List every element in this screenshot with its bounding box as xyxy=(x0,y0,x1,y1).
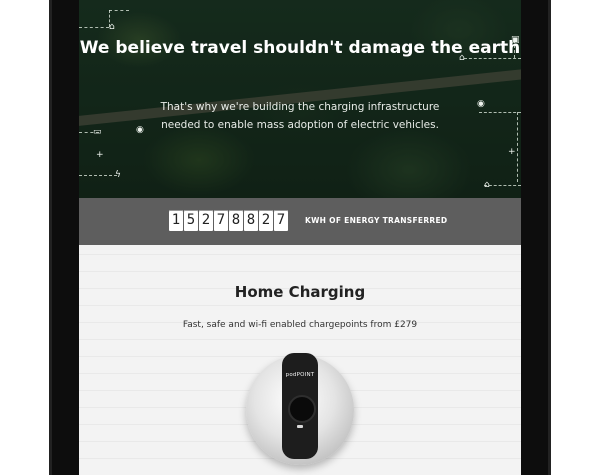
home-marker-icon: ⌂ xyxy=(109,22,115,32)
route-line xyxy=(109,10,129,11)
device-edge-right xyxy=(548,0,551,475)
pin-marker-icon: ◉ xyxy=(477,99,485,109)
counter-digit: 7 xyxy=(214,210,228,231)
pin-marker-icon: ◉ xyxy=(136,125,144,135)
chargepoint-socket-icon xyxy=(288,395,316,423)
home-charging-subtitle: Fast, safe and wi-fi enabled chargepoint… xyxy=(182,320,418,330)
route-line xyxy=(479,112,521,113)
counter-digit: 8 xyxy=(229,210,243,231)
plus-marker-icon: + xyxy=(96,150,104,160)
counter-digit: 2 xyxy=(199,210,213,231)
counter-digit: 5 xyxy=(184,210,198,231)
counter-digit: 8 xyxy=(244,210,258,231)
counter-label: KWH OF ENERGY TRANSFERRED xyxy=(305,216,448,225)
energy-counter-band: 1 5 2 7 8 8 2 7 KWH OF ENERGY TRANSFERRE… xyxy=(79,198,521,245)
route-line xyxy=(79,27,109,28)
route-line xyxy=(79,175,117,176)
bolt-marker-icon: ϟ xyxy=(115,170,121,180)
chargepoint-led-icon xyxy=(297,425,303,428)
counter-digit: 7 xyxy=(274,210,288,231)
home-marker-icon: ⌂ xyxy=(484,180,490,190)
energy-counter: 1 5 2 7 8 8 2 7 xyxy=(169,210,288,231)
home-charging-section: Home Charging Fast, safe and wi-fi enabl… xyxy=(79,245,521,475)
counter-digit: 1 xyxy=(169,210,183,231)
screen: ⌂ ⌂ ▣ ◉ ◉ ▭ ϟ + ⌂ + We believe travel sh… xyxy=(79,0,521,475)
car-marker-icon: ▭ xyxy=(93,127,102,137)
counter-digit: 2 xyxy=(259,210,273,231)
home-charging-title: Home Charging xyxy=(234,283,366,301)
chargepoint-brand-logo: podPOINT xyxy=(285,372,315,378)
hero-subtitle: That's why we're building the charging i… xyxy=(160,101,440,131)
hero-section: ⌂ ⌂ ▣ ◉ ◉ ▭ ϟ + ⌂ + We believe travel sh… xyxy=(79,0,521,198)
hero-title: We believe travel shouldn't damage the e… xyxy=(79,38,521,58)
device-edge-left xyxy=(49,0,52,475)
route-line xyxy=(517,112,518,182)
plus-marker-icon: + xyxy=(508,147,516,157)
